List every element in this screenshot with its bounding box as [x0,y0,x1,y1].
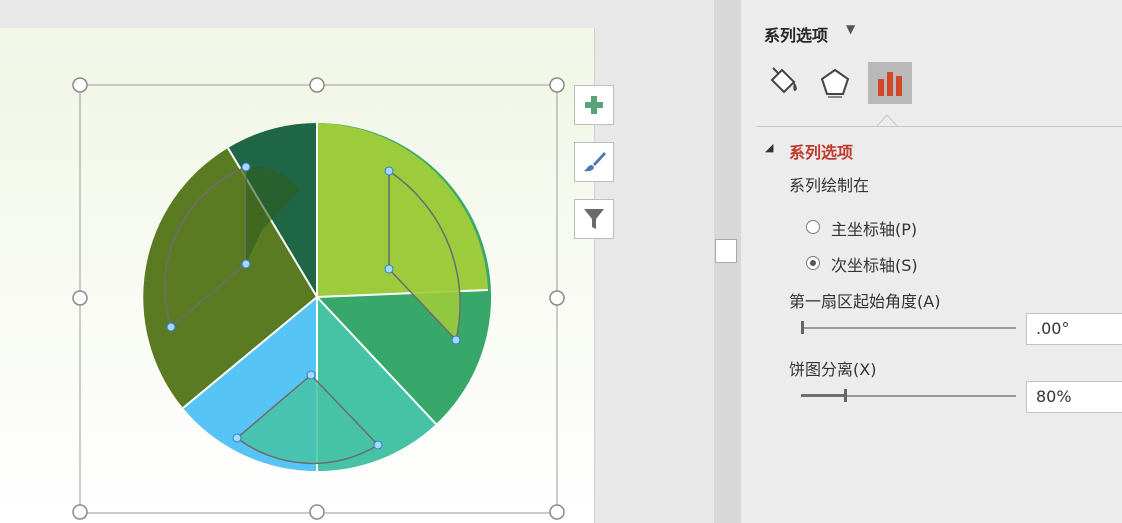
slider-thumb[interactable] [844,389,847,402]
pie-explosion-input[interactable]: 80% [1026,381,1122,413]
point-handle [232,433,242,443]
pie-explosion-label: 饼图分离(X) [789,360,877,379]
pentagon-icon [820,68,850,98]
slider-thumb[interactable] [801,321,804,334]
point-handle [373,440,383,450]
pane-title[interactable]: 系列选项 [764,22,828,46]
slider-fill [801,394,844,397]
first-slice-angle-label: 第一扇区起始角度(A) [789,292,941,311]
tab-effects[interactable] [813,62,857,104]
bar-chart-icon [878,72,902,96]
point-handle [384,264,394,274]
splitter-handle[interactable] [715,239,737,263]
primary-axis-label[interactable]: 主坐标轴(P) [831,216,917,240]
resize-handle [72,290,88,306]
point-handle [384,166,394,176]
chart-styles-button[interactable] [574,142,614,182]
paint-bucket-icon [770,67,797,94]
pie-chart[interactable] [0,0,714,523]
chart-elements-button[interactable] [574,85,614,125]
resize-handle [549,504,565,520]
secondary-axis-radio[interactable] [806,256,820,270]
paintbrush-icon [584,152,606,172]
first-slice-angle-input[interactable]: .00° [1026,313,1122,345]
resize-handle [309,77,325,93]
format-pane: 系列选项 ▼ ◢ 系列选项 系列绘制在 主坐标轴(P) 次坐标轴(S) 第一扇区… [741,0,1122,523]
plot-series-on-label: 系列绘制在 [789,176,870,195]
plus-icon [585,96,603,114]
secondary-axis-label[interactable]: 次坐标轴(S) [831,252,918,276]
primary-axis-radio[interactable] [806,220,820,234]
funnel-icon [584,209,604,229]
point-handle [241,259,251,269]
chevron-down-icon[interactable]: ▼ [846,22,855,36]
point-handle [241,162,251,172]
chart-canvas-area [0,0,714,523]
chart-filters-button[interactable] [574,199,614,239]
resize-handle [309,504,325,520]
divider [757,126,1122,127]
point-handle [451,335,461,345]
section-title[interactable]: 系列选项 [789,139,853,163]
tab-series-options[interactable] [868,62,912,104]
resize-handle [549,77,565,93]
resize-handle [549,290,565,306]
resize-handle [72,504,88,520]
point-handle [306,370,316,380]
first-slice-angle-slider[interactable] [801,327,1016,329]
collapse-triangle-icon[interactable]: ◢ [765,141,773,154]
tab-fill-line[interactable] [761,62,805,104]
resize-handle [72,77,88,93]
point-handle [166,322,176,332]
